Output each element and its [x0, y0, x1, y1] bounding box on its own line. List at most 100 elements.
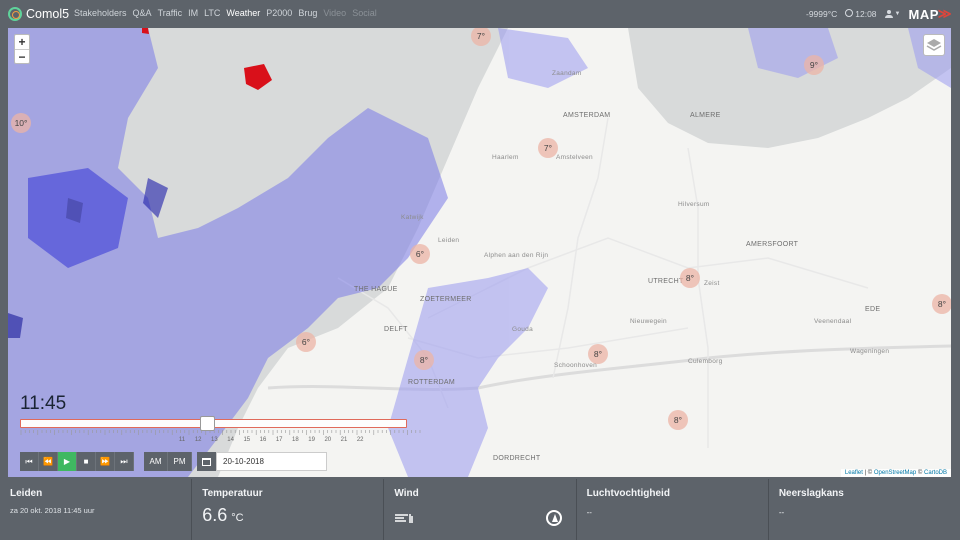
wind-title: Wind — [394, 488, 419, 499]
city-label-zeist: Zeist — [704, 280, 720, 287]
calendar-button[interactable] — [197, 452, 216, 471]
temp-marker[interactable]: 8° — [680, 268, 700, 288]
weather-info-panel: Leiden za 20 okt. 2018 11:45 uur Tempera… — [0, 479, 960, 540]
city-label-zaandam: Zaandam — [552, 70, 582, 77]
precipitation-card: Neerslagkans -- — [769, 479, 960, 540]
city-label-delft: DELFT — [384, 326, 408, 333]
city-label-amstelveen: Amstelveen — [556, 154, 593, 161]
map-canvas — [8, 28, 951, 477]
pm-button[interactable]: PM — [168, 452, 192, 471]
user-menu[interactable]: ▼ — [884, 10, 901, 18]
temperature-value-row: 6.6 °C — [202, 505, 373, 526]
zoom-in-button[interactable]: + — [15, 35, 29, 49]
temp-marker[interactable]: 6° — [410, 244, 430, 264]
location-title: Leiden — [10, 488, 43, 499]
city-label-nieuwegein: Nieuwegein — [630, 318, 667, 325]
city-label-amersfoort: AMERSFOORT — [746, 241, 799, 248]
nav-item-stakeholders[interactable]: Stakeholders — [71, 8, 130, 18]
am-pm-toggle: AM PM — [144, 452, 192, 471]
user-icon — [884, 10, 893, 18]
layers-button[interactable] — [923, 34, 945, 56]
timeline-handle[interactable] — [200, 416, 215, 431]
timeline-tick-label: 11 — [178, 437, 186, 443]
humidity-title: Luchtvochtigheid — [586, 488, 670, 499]
playback-controls: ⏮ ⏪ ▶ ■ ⏩ ⏭ — [20, 452, 134, 471]
header-status: -9999°C 12:08 ▼ MAP ≫ — [806, 6, 952, 22]
last-frame-button[interactable]: ⏭ — [115, 452, 134, 471]
temp-marker[interactable]: 6° — [296, 332, 316, 352]
temp-marker[interactable]: 8° — [414, 350, 434, 370]
temp-marker[interactable]: 8° — [932, 294, 951, 314]
map-logo-text: MAP — [908, 6, 939, 22]
caret-down-icon: ▼ — [894, 11, 901, 17]
temperature-card: Temperatuur 6.6 °C — [192, 479, 385, 540]
timeline-tick-label: 16 — [259, 437, 267, 443]
nav-item-social[interactable]: Social — [349, 8, 380, 18]
timeline-tick-label: 13 — [211, 437, 218, 443]
first-frame-button[interactable]: ⏮ — [20, 452, 39, 471]
city-label-gouda: Gouda — [512, 326, 534, 333]
outside-temperature: -9999°C — [805, 9, 838, 19]
timeline-slider[interactable] — [20, 416, 407, 431]
city-label-ede: EDE — [865, 306, 881, 313]
calendar-icon — [202, 457, 211, 466]
temp-marker[interactable]: 7° — [538, 138, 558, 158]
chevron-right-icon: ≫ — [937, 6, 952, 21]
temperature-unit: °C — [231, 512, 244, 524]
date-input[interactable] — [216, 452, 327, 471]
city-label-leiden: Leiden — [438, 237, 460, 244]
brand[interactable]: Comol5 — [8, 6, 69, 22]
temp-marker[interactable]: 9° — [804, 55, 824, 75]
nav-item-im[interactable]: IM — [185, 8, 201, 18]
step-forward-button[interactable]: ⏩ — [96, 452, 115, 471]
precipitation-value: -- — [778, 508, 785, 517]
temp-marker[interactable]: 8° — [668, 410, 688, 430]
location-timestamp: za 20 okt. 2018 11:45 uur — [10, 506, 95, 515]
timeline-tick-label: 22 — [356, 437, 364, 443]
city-label-alphen: Alphen aan den Rijn — [484, 252, 549, 259]
top-navbar: Comol5 Stakeholders Q&A Traffic IM LTC W… — [0, 0, 960, 28]
humidity-card: Luchtvochtigheid -- — [577, 479, 769, 540]
timeline-tick-label: 15 — [243, 437, 251, 443]
nav-item-video[interactable]: Video — [320, 8, 349, 18]
current-time: 11:45 — [20, 393, 67, 414]
nav-item-p2000[interactable]: P2000 — [263, 8, 295, 18]
wind-icon — [395, 514, 414, 523]
nav-item-qa[interactable]: Q&A — [130, 8, 155, 18]
temp-marker[interactable]: 10° — [11, 113, 31, 133]
city-label-rotterdam: ROTTERDAM — [408, 379, 456, 386]
heavy-rain-cell-small — [142, 28, 149, 34]
city-label-katwijk: Katwijk — [401, 214, 424, 221]
timeline-tick-label: 20 — [324, 437, 332, 443]
humidity-value: -- — [586, 508, 592, 517]
attribution-sep: | © — [862, 470, 874, 476]
compass-icon — [545, 510, 562, 526]
precipitation-title: Neerslagkans — [778, 488, 844, 499]
main-nav: Stakeholders Q&A Traffic IM LTC Weather … — [71, 8, 380, 18]
zoom-out-button[interactable]: − — [15, 49, 29, 64]
osm-link[interactable]: OpenStreetMap — [874, 470, 916, 476]
location-card: Leiden za 20 okt. 2018 11:45 uur — [0, 479, 193, 540]
nav-item-weather[interactable]: Weather — [223, 8, 263, 18]
attribution-mid: © — [916, 470, 924, 476]
city-label-amsterdam: AMSTERDAM — [563, 112, 611, 119]
temp-marker[interactable]: 8° — [588, 344, 608, 364]
carto-link[interactable]: CartoDB — [924, 470, 947, 476]
timeline-tick-label: 17 — [275, 437, 283, 443]
timeline-tick-label: 18 — [292, 437, 299, 443]
date-picker — [197, 452, 327, 471]
nav-item-brug[interactable]: Brug — [295, 8, 320, 18]
city-label-haarlem: Haarlem — [492, 154, 519, 161]
leaflet-link[interactable]: Leaflet — [845, 470, 863, 476]
timeline-tick-label: 12 — [194, 437, 202, 443]
play-button[interactable]: ▶ — [58, 452, 77, 471]
nav-item-ltc[interactable]: LTC — [201, 8, 223, 18]
step-back-button[interactable]: ⏪ — [39, 452, 58, 471]
map-attribution: Leaflet | © OpenStreetMap © CartoDB — [840, 469, 951, 477]
stop-button[interactable]: ■ — [77, 452, 96, 471]
city-label-almere: ALMERE — [690, 112, 721, 119]
weather-map[interactable]: AMSTERDAM THE HAGUE ROTTERDAM UTRECHT AM… — [8, 28, 951, 477]
wind-card: Wind — [384, 479, 577, 540]
nav-item-traffic[interactable]: Traffic — [155, 8, 186, 18]
am-button[interactable]: AM — [144, 452, 168, 471]
